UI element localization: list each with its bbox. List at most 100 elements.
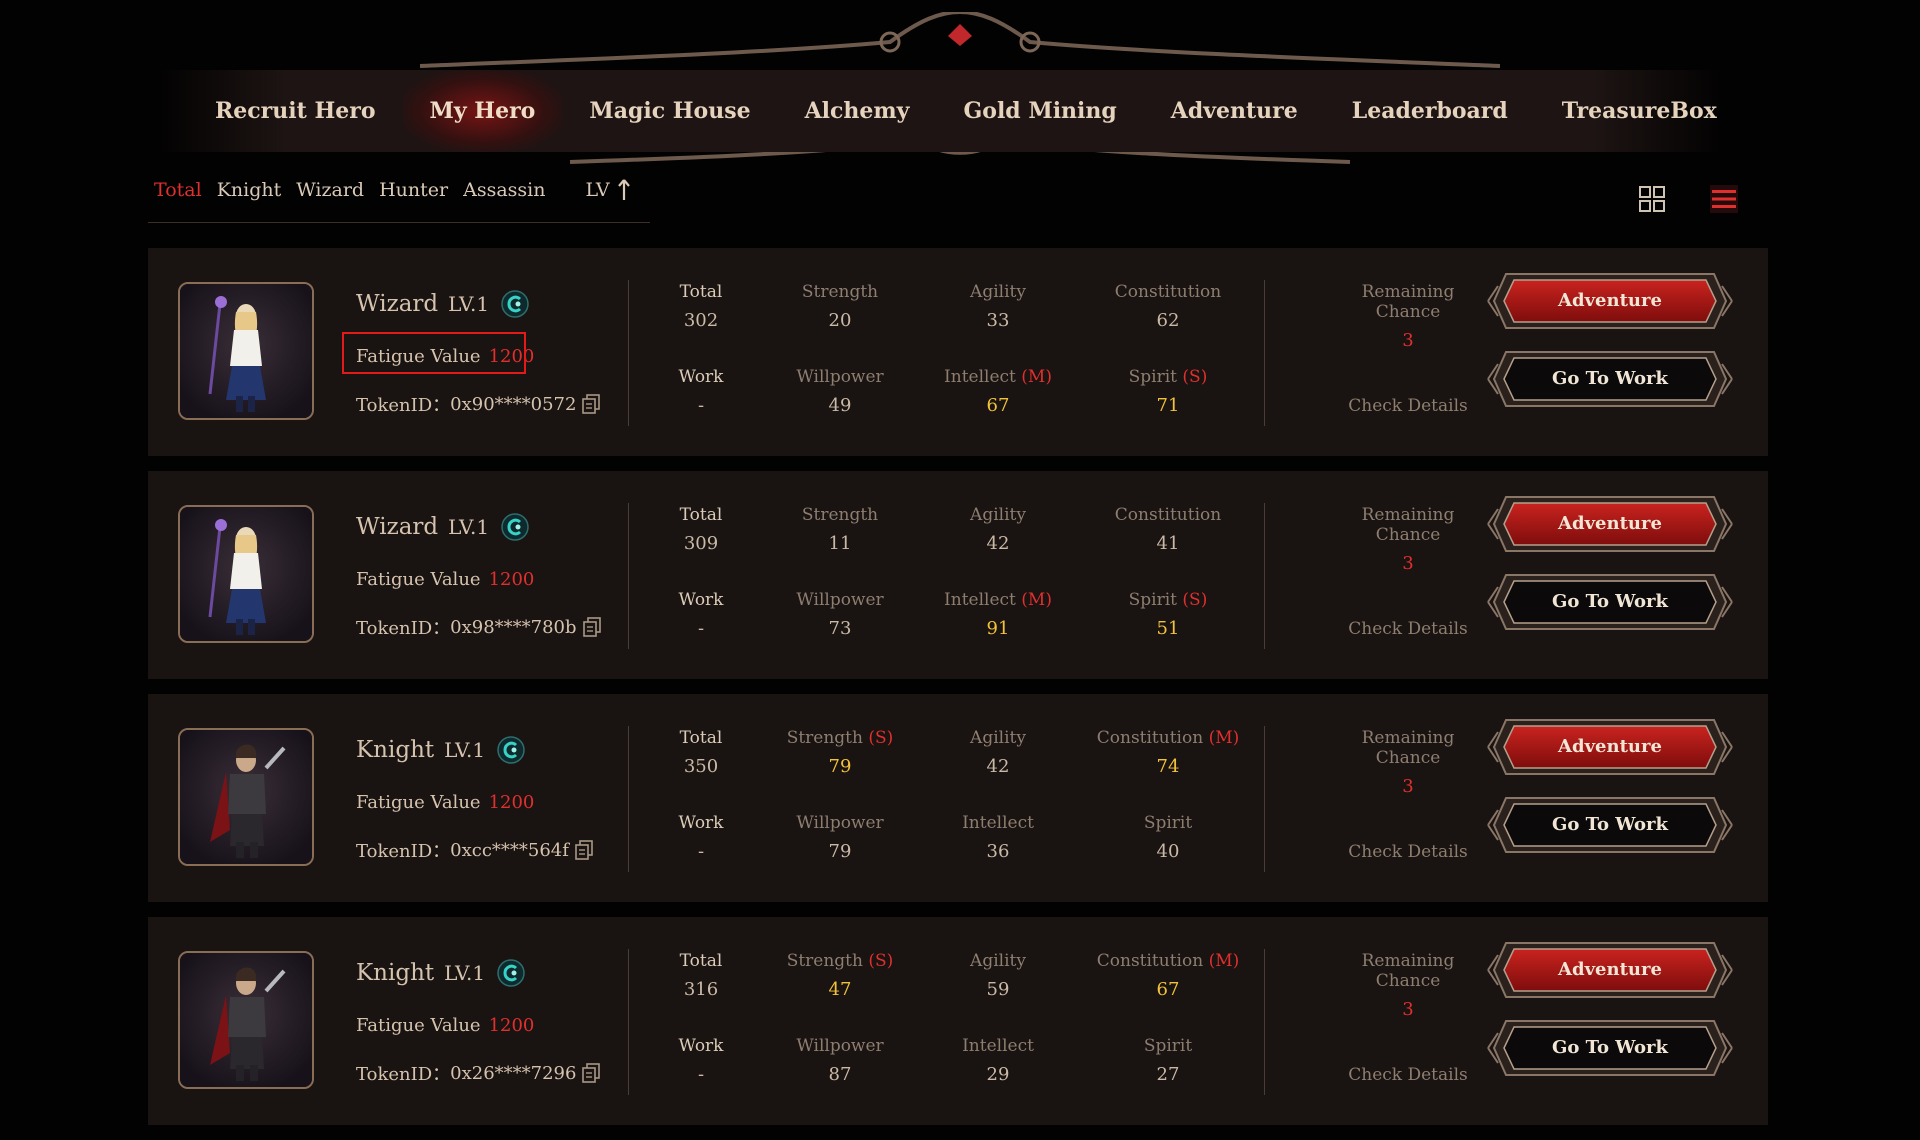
go-to-work-button[interactable]: Go To Work [1486, 569, 1734, 635]
check-details-link[interactable]: Check Details [1328, 619, 1488, 639]
remaining-value: 3 [1402, 553, 1414, 574]
check-details-link[interactable]: Check Details [1328, 842, 1488, 862]
hero-level: LV.1 [444, 961, 486, 985]
go-to-work-button[interactable]: Go To Work [1486, 792, 1734, 858]
adventure-button[interactable]: Adventure [1486, 937, 1734, 1003]
stat-value: - [697, 1064, 705, 1085]
adventure-button-label: Adventure [1558, 959, 1662, 980]
hero-portrait[interactable] [178, 505, 314, 643]
adventure-button[interactable]: Adventure [1486, 491, 1734, 557]
nav-item-recruit-hero[interactable]: Recruit Hero [190, 70, 403, 152]
stat-willpower: Willpower 87 [760, 1036, 920, 1085]
check-details-link[interactable]: Check Details [1328, 1065, 1488, 1085]
hero-name: Wizard LV.1 [356, 290, 529, 318]
stat-label-text: Work [678, 1036, 724, 1056]
token-id: TokenID： 0x98****780b [356, 614, 601, 640]
divider [1264, 726, 1265, 872]
nav-item-alchemy[interactable]: Alchemy [778, 70, 937, 152]
stat-label-text: Total [679, 728, 723, 748]
remaining-chance: Remaining Chance 3 [1328, 505, 1488, 574]
stat-label: Constitution [1088, 505, 1248, 525]
token-label: TokenID： [356, 395, 451, 416]
stat-label-text: Total [679, 282, 723, 302]
stat-intellect: Intellect (M) 91 [918, 590, 1078, 639]
fatigue-label: Fatigue Value [356, 792, 481, 813]
copy-icon[interactable] [582, 394, 601, 414]
copy-icon[interactable] [582, 1063, 601, 1083]
stat-label-text: Constitution [1114, 282, 1222, 302]
stat-value: 79 [828, 756, 852, 777]
sort-label: LV [585, 179, 610, 201]
stat-value: - [697, 618, 705, 639]
token-value: 0x90****0572 [450, 393, 577, 415]
stat-value: 350 [683, 756, 719, 777]
check-details-link[interactable]: Check Details [1328, 396, 1488, 416]
stat-agility: Agility 33 [918, 282, 1078, 331]
stat-spirit: Spirit 27 [1088, 1036, 1248, 1085]
stat-label: Intellect (M) [918, 367, 1078, 387]
filter-tab-wizard[interactable]: Wizard [296, 179, 364, 201]
filter-tab-total[interactable]: Total [154, 179, 202, 201]
stat-willpower: Willpower 79 [760, 813, 920, 862]
hero-portrait[interactable] [178, 951, 314, 1089]
grid-view-button[interactable] [1637, 184, 1667, 214]
remaining-label: Remaining Chance [1361, 728, 1455, 768]
list-view-icon [1710, 185, 1738, 213]
go-to-work-button[interactable]: Go To Work [1486, 346, 1734, 412]
token-value: 0x26****7296 [450, 1062, 577, 1084]
stat-total: Total 302 [621, 282, 781, 331]
stat-label-text: Strength [801, 505, 879, 525]
stat-intellect: Intellect 29 [918, 1036, 1078, 1085]
fatigue-value: Fatigue Value 1200 [356, 1015, 534, 1036]
stat-label: Constitution (M) [1088, 728, 1248, 748]
filter-tab-assassin[interactable]: Assassin [463, 179, 545, 201]
nav-item-adventure[interactable]: Adventure [1144, 70, 1325, 152]
stat-value: 79 [828, 841, 852, 862]
stat-tag: (S) [1182, 367, 1208, 387]
filter-tab-knight[interactable]: Knight [217, 179, 282, 201]
adventure-button-label: Adventure [1558, 513, 1662, 534]
stat-label: Strength (S) [760, 728, 920, 748]
stat-label-text: Constitution [1096, 728, 1204, 748]
stat-constitution: Constitution 62 [1088, 282, 1248, 331]
stat-label-text: Intellect [944, 367, 1016, 387]
list-view-button[interactable] [1709, 184, 1739, 214]
fatigue-label: Fatigue Value [356, 569, 481, 590]
hero-portrait[interactable] [178, 282, 314, 420]
stat-tag: (M) [1208, 951, 1240, 971]
filter-tab-hunter[interactable]: Hunter [379, 179, 448, 201]
stat-label-text: Intellect [962, 1036, 1034, 1056]
stat-value: 49 [828, 395, 852, 416]
hero-portrait[interactable] [178, 728, 314, 866]
hero-card: Knight LV.1 Fatigue Value 1200 TokenID： 0x26… [148, 917, 1768, 1125]
copy-icon[interactable] [582, 617, 601, 637]
adventure-button[interactable]: Adventure [1486, 268, 1734, 334]
token-label: TokenID： [356, 1064, 451, 1085]
go-to-work-button-label: Go To Work [1552, 368, 1668, 389]
nav-item-leaderboard[interactable]: Leaderboard [1325, 70, 1535, 152]
go-to-work-button[interactable]: Go To Work [1486, 1015, 1734, 1081]
token-value: 0x98****780b [450, 616, 577, 638]
copy-icon[interactable] [575, 840, 593, 860]
nav-item-treasurebox[interactable]: TreasureBox [1535, 70, 1725, 152]
token-id: TokenID： 0x26****7296 [356, 1060, 601, 1086]
hero-level: LV.1 [448, 515, 490, 539]
stat-label-text: Spirit [1143, 813, 1193, 833]
hero-class: Wizard [356, 291, 439, 317]
remaining-chance: Remaining Chance 3 [1328, 282, 1488, 351]
stat-value: 73 [828, 618, 852, 639]
stat-label-text: Agility [970, 505, 1026, 525]
stat-work: Work - [621, 1036, 781, 1085]
remaining-label: Remaining Chance [1361, 505, 1455, 545]
nav-item-my-hero[interactable]: My Hero [402, 70, 563, 152]
fatigue-number: 1200 [488, 1015, 535, 1036]
wizard-portrait-art [180, 507, 312, 641]
stat-label-text: Agility [970, 951, 1026, 971]
nav-item-gold-mining[interactable]: Gold Mining [936, 70, 1143, 152]
stat-tag: (S) [1182, 590, 1208, 610]
sort-by-level-button[interactable]: LV [585, 179, 630, 201]
nav-item-magic-house[interactable]: Magic House [562, 70, 777, 152]
adventure-button[interactable]: Adventure [1486, 714, 1734, 780]
hero-class: Wizard [356, 514, 439, 540]
stat-label-text: Strength [786, 951, 863, 971]
